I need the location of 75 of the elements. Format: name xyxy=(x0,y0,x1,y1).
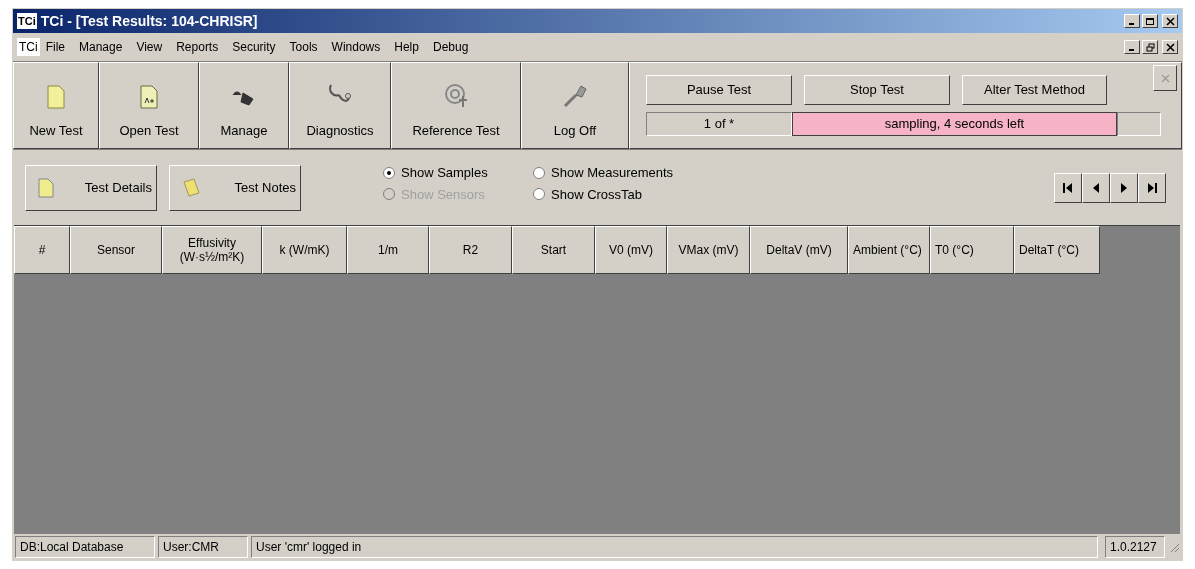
column-header[interactable]: T0 (°C) xyxy=(930,226,1014,274)
radio-button[interactable] xyxy=(383,166,395,179)
status-indicator: sampling, 4 seconds left xyxy=(792,112,1117,136)
column-header[interactable]: V0 (mV) xyxy=(595,226,667,274)
menu-item[interactable]: Tools xyxy=(289,38,318,56)
column-header[interactable]: VMax (mV) xyxy=(667,226,750,274)
toolbar-button[interactable]: Open Test xyxy=(99,62,199,149)
previous-button[interactable] xyxy=(1082,172,1110,203)
radio-label[interactable]: Show CrossTab xyxy=(551,184,643,204)
test-control-button[interactable]: Alter Test Method xyxy=(962,75,1107,105)
resize-grip-icon xyxy=(1168,541,1180,553)
document-icon xyxy=(140,84,158,109)
column-header[interactable]: DeltaV (mV) xyxy=(750,226,848,274)
status-panel: User 'cmr' logged in xyxy=(251,536,1098,558)
toolbar-button[interactable]: New Test xyxy=(13,62,99,149)
radio-button[interactable] xyxy=(533,166,545,179)
menu-item[interactable]: Windows xyxy=(331,38,381,56)
document-icon xyxy=(47,84,65,109)
close-icon xyxy=(1160,73,1170,83)
minimize-icon xyxy=(1128,23,1134,25)
maximize-button[interactable] xyxy=(1142,14,1158,28)
status-panel: User:CMR xyxy=(158,536,248,558)
column-header[interactable]: DeltaT (°C) xyxy=(1014,226,1100,274)
status-panel xyxy=(1117,112,1161,136)
next-button[interactable] xyxy=(1110,172,1138,203)
column-header[interactable]: k (W/mK) xyxy=(262,226,347,274)
window-title: TCi - [Test Results: 104-CHRISR] xyxy=(40,11,258,31)
column-header[interactable]: Ambient (°C) xyxy=(848,226,930,274)
close-icon xyxy=(1165,16,1175,26)
close-button[interactable] xyxy=(1153,65,1177,91)
first-record-button[interactable] xyxy=(1054,172,1082,203)
skip-first-icon xyxy=(1062,181,1074,194)
app-icon: TCi xyxy=(17,12,37,30)
minimize-button[interactable] xyxy=(1124,14,1140,28)
document-icon xyxy=(38,177,54,198)
radio-button[interactable] xyxy=(533,188,545,201)
menu-item[interactable]: Help xyxy=(394,38,419,56)
menu-item[interactable]: Security xyxy=(232,38,276,56)
radio-label[interactable]: Show Samples xyxy=(401,163,488,183)
status-panel: DB:Local Database xyxy=(15,536,155,558)
menu-item[interactable]: File xyxy=(45,38,65,56)
skip-last-icon xyxy=(1146,181,1158,194)
menu-item[interactable]: Manage xyxy=(79,38,123,56)
toolbar-button[interactable]: Manage xyxy=(199,62,289,149)
restore-icon xyxy=(1145,42,1155,52)
maximize-icon xyxy=(1146,17,1154,25)
status-panel: 1.0.2127 xyxy=(1105,536,1165,558)
close-button[interactable] xyxy=(1162,14,1178,28)
menu-item[interactable]: Debug xyxy=(432,38,469,56)
minimize-icon xyxy=(1128,49,1134,51)
column-header[interactable]: Sensor xyxy=(70,226,162,274)
toolbar-button[interactable]: Reference Test xyxy=(391,62,521,149)
note-icon xyxy=(182,177,200,198)
radio-label[interactable]: Show Measurements xyxy=(551,163,674,183)
restore-button[interactable] xyxy=(1142,40,1158,54)
last-record-button[interactable] xyxy=(1138,172,1166,203)
column-header[interactable]: Start xyxy=(512,226,595,274)
test-control-button[interactable]: Stop Test xyxy=(804,75,950,105)
test-counter: 1 of * xyxy=(646,112,792,136)
toolbar-button[interactable]: Log Off xyxy=(521,62,629,149)
menu-item[interactable]: Reports xyxy=(176,38,219,56)
target-icon xyxy=(443,82,469,109)
close-button[interactable] xyxy=(1162,40,1178,54)
column-header[interactable]: 1/m xyxy=(347,226,429,274)
test-control-button[interactable]: Pause Test xyxy=(646,75,792,105)
menu-item[interactable]: View xyxy=(136,38,163,56)
close-icon xyxy=(1165,42,1175,52)
column-header[interactable]: # xyxy=(14,226,70,274)
column-header[interactable]: Effusivity (W·s½/m²K) xyxy=(162,226,262,274)
app-icon[interactable]: TCi xyxy=(17,38,40,56)
minimize-button[interactable] xyxy=(1124,40,1140,54)
column-header[interactable]: R2 xyxy=(429,226,512,274)
view-button[interactable]: Test Details xyxy=(25,164,157,211)
view-button[interactable]: Test Notes xyxy=(169,164,301,211)
toolbar-button[interactable]: Diagnostics xyxy=(289,62,391,149)
